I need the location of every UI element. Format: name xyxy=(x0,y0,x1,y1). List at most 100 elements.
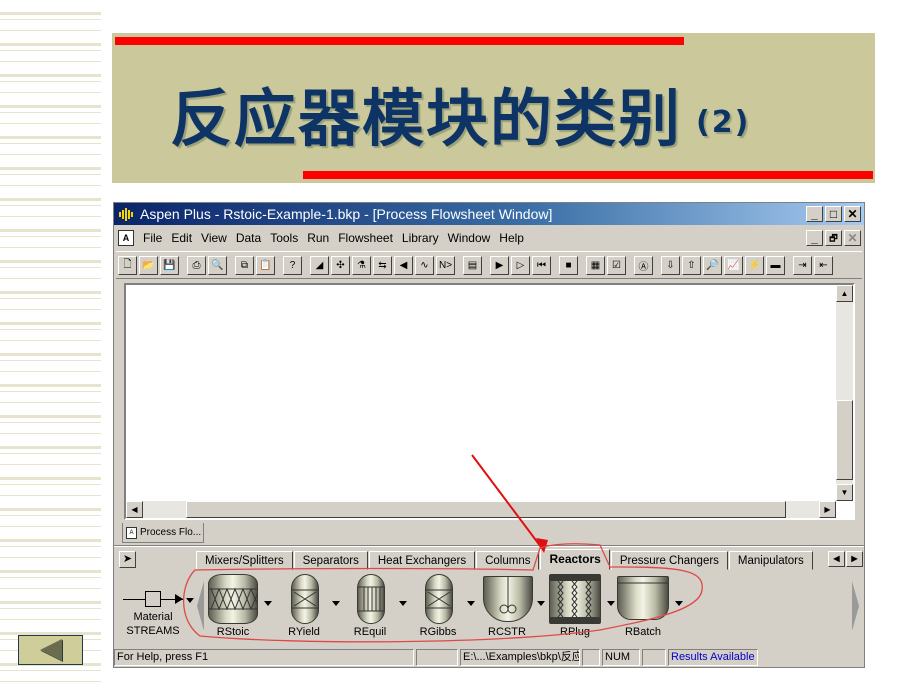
streams-label-2: STREAMS xyxy=(126,625,180,637)
menu-edit[interactable]: Edit xyxy=(171,231,192,245)
open-button[interactable]: 📂 xyxy=(139,255,158,275)
stop-button[interactable]: ■ xyxy=(559,255,578,275)
analysis-button[interactable]: ∿ xyxy=(415,255,434,275)
copy-button[interactable]: ⧉ xyxy=(235,255,254,275)
window-title: Aspen Plus - Rstoic-Example-1.bkp - [Pro… xyxy=(140,206,553,222)
minimize-button[interactable]: _ xyxy=(806,206,823,222)
menu-library[interactable]: Library xyxy=(402,231,439,245)
check-results-button[interactable]: ☑ xyxy=(607,255,626,275)
rgibbs-dropdown-icon[interactable] xyxy=(467,601,475,606)
menu-run[interactable]: Run xyxy=(307,231,329,245)
step-button[interactable]: ▷ xyxy=(511,255,530,275)
rbatch-dropdown-icon[interactable] xyxy=(675,601,683,606)
model-rgibbs[interactable]: RGibbs xyxy=(415,571,461,643)
requil-dropdown-icon[interactable] xyxy=(399,601,407,606)
new-button[interactable]: 🗋 xyxy=(118,255,137,275)
streams-button[interactable]: ⇆ xyxy=(373,255,392,275)
toolbar: 🗋 📂 💾 ⎙ 🔍 ⧉ 📋? ◢ ✣ ⚗ ⇆ ◀ ∿ N> ▤ ▶ ▷ ⏮ ■ ▦ ☑ Ⓐ ⇩ ⇧ 🔎 📈 ⚡ ▬ ⇥ ⇤ xyxy=(116,251,862,279)
run-button[interactable]: ▶ xyxy=(490,255,509,275)
vertical-scrollbar[interactable]: ▲ ▼ xyxy=(836,285,853,501)
menu-window[interactable]: Window xyxy=(448,231,491,245)
maximize-button[interactable]: □ xyxy=(825,206,842,222)
mdi-close-button[interactable]: ✕ xyxy=(844,230,861,246)
tab-separators[interactable]: Separators xyxy=(293,551,368,570)
arrow-pointer-icon[interactable]: ➤ xyxy=(119,551,136,568)
model-library-tabs: Mixers/Splitters Separators Heat Exchang… xyxy=(196,549,814,570)
tab-manipulators[interactable]: Manipulators xyxy=(728,551,813,570)
previous-slide-button[interactable] xyxy=(18,635,83,665)
menu-tools[interactable]: Tools xyxy=(270,231,298,245)
status-num-lock: NUM xyxy=(602,649,640,666)
close-button[interactable]: ✕ xyxy=(844,206,861,222)
slide-title: 反应器模块的类别 (2) xyxy=(170,68,750,158)
tab-pressure-changers[interactable]: Pressure Changers xyxy=(610,551,728,570)
model-rcstr[interactable]: RCSTR xyxy=(481,571,533,643)
tab-scroll-right-button[interactable]: ▶ xyxy=(846,551,863,567)
model-ryield[interactable]: RYield xyxy=(281,571,327,643)
tab-columns[interactable]: Columns xyxy=(476,551,540,570)
window-titlebar[interactable]: Aspen Plus - Rstoic-Example-1.bkp - [Pro… xyxy=(114,203,864,225)
rcstr-dropdown-icon[interactable] xyxy=(537,601,545,606)
tab-mixers-splitters[interactable]: Mixers/Splitters xyxy=(196,551,293,570)
scroll-left-button[interactable]: ◀ xyxy=(126,501,143,518)
scroll-up-button[interactable]: ▲ xyxy=(836,285,853,302)
palette-scroll-left-icon[interactable] xyxy=(197,581,204,631)
palette-scroll-right-icon[interactable] xyxy=(852,581,859,631)
import-button[interactable]: ⇤ xyxy=(814,255,833,275)
tab-scroll-left-button[interactable]: ◀ xyxy=(828,551,845,567)
horizontal-scroll-thumb[interactable] xyxy=(186,501,786,518)
document-tab-process-flowsheet[interactable]: A Process Flo... xyxy=(122,523,204,543)
flowsheet-canvas[interactable]: ▲ ▼ ◀ ▶ xyxy=(124,283,855,520)
horizontal-scrollbar[interactable]: ◀ ▶ xyxy=(126,501,836,518)
control-panel-button[interactable]: ▤ xyxy=(463,255,482,275)
down-button[interactable]: ⇧ xyxy=(682,255,701,275)
model-rbatch[interactable]: RBatch xyxy=(615,571,671,643)
rplug-dropdown-icon[interactable] xyxy=(607,601,615,606)
decorative-stripes xyxy=(0,0,101,690)
scroll-down-button[interactable]: ▼ xyxy=(836,484,853,501)
components-button[interactable]: ✣ xyxy=(331,255,350,275)
menu-help[interactable]: Help xyxy=(499,231,524,245)
accent-bar-top xyxy=(115,37,684,45)
menu-view[interactable]: View xyxy=(201,231,227,245)
next-button[interactable]: N> xyxy=(436,255,455,275)
menu-data[interactable]: Data xyxy=(236,231,261,245)
menu-file[interactable]: File xyxy=(143,231,162,245)
status-pane-empty xyxy=(642,649,666,666)
properties-button[interactable]: ⚗ xyxy=(352,255,371,275)
menu-flowsheet[interactable]: Flowsheet xyxy=(338,231,393,245)
plot-button[interactable]: 📈 xyxy=(724,255,743,275)
scroll-right-button[interactable]: ▶ xyxy=(819,501,836,518)
tab-reactors[interactable]: Reactors xyxy=(540,549,610,570)
document-icon[interactable]: A xyxy=(118,230,134,246)
model-requil[interactable]: REquil xyxy=(347,571,393,643)
model-library-button[interactable]: Ⓐ xyxy=(634,255,653,275)
tab-heat-exchangers[interactable]: Heat Exchangers xyxy=(368,551,476,570)
streams-icon: ⇆ xyxy=(378,259,387,271)
ryield-dropdown-icon[interactable] xyxy=(332,601,340,606)
zoom-icon: 🔎 xyxy=(706,259,719,271)
zoom-button[interactable]: 🔎 xyxy=(703,255,722,275)
model-rstoic[interactable]: RStoic xyxy=(207,571,259,643)
model-rplug[interactable]: RPlug xyxy=(547,571,603,643)
document-tab-label: Process Flo... xyxy=(140,527,202,538)
setup-button[interactable]: ◢ xyxy=(310,255,329,275)
rstoic-dropdown-icon[interactable] xyxy=(264,601,272,606)
results-button[interactable]: ▦ xyxy=(586,255,605,275)
export-button[interactable]: ⇥ xyxy=(793,255,812,275)
save-button[interactable]: 💾 xyxy=(160,255,179,275)
streams-dropdown-icon[interactable] xyxy=(186,598,194,603)
model-label: RYield xyxy=(288,626,320,638)
blocks-button[interactable]: ◀ xyxy=(394,255,413,275)
display-button[interactable]: ▬ xyxy=(766,255,785,275)
units-button[interactable]: ⚡ xyxy=(745,255,764,275)
up-button[interactable]: ⇩ xyxy=(661,255,680,275)
reinitialize-button[interactable]: ⏮ xyxy=(532,255,551,275)
paste-button[interactable]: 📋 xyxy=(256,255,275,275)
context-help-button[interactable]: ? xyxy=(283,255,302,275)
mdi-restore-button[interactable]: 🗗 xyxy=(825,230,842,246)
vertical-scroll-thumb[interactable] xyxy=(836,400,853,480)
mdi-minimize-button[interactable]: _ xyxy=(806,230,823,246)
print-button[interactable]: ⎙ xyxy=(187,255,206,275)
print-preview-button[interactable]: 🔍 xyxy=(208,255,227,275)
